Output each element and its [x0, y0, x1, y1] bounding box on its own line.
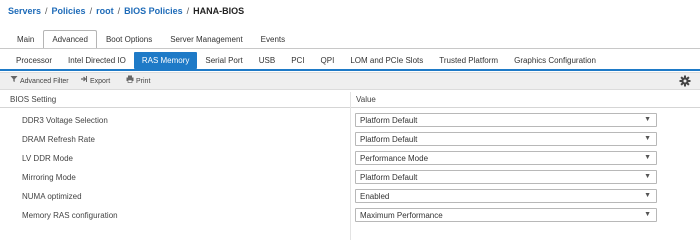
setting-label: Mirroring Mode [22, 173, 76, 182]
tab-main[interactable]: Main [8, 30, 43, 49]
main-tab-bar: Main Advanced Boot Options Server Manage… [8, 30, 294, 49]
tab-server-management[interactable]: Server Management [161, 30, 251, 49]
tab-ras-memory[interactable]: RAS Memory [133, 52, 198, 69]
tab-usb[interactable]: USB [251, 52, 283, 69]
breadcrumb-current-policy: HANA-BIOS [193, 6, 245, 16]
tab-processor[interactable]: Processor [8, 52, 60, 69]
advanced-filter-button[interactable]: Advanced Filter [10, 73, 69, 90]
setting-value-dropdown[interactable]: Enabled ▼ [355, 189, 657, 203]
tab-events[interactable]: Events [252, 30, 294, 49]
dropdown-selected-value: Performance Mode [360, 154, 429, 163]
table-toolbar: Advanced Filter Export Print [0, 72, 700, 90]
setting-value-dropdown[interactable]: Performance Mode ▼ [355, 151, 657, 165]
chevron-down-icon: ▼ [644, 192, 651, 199]
setting-label: LV DDR Mode [22, 154, 73, 163]
setting-value-dropdown[interactable]: Platform Default ▼ [355, 132, 657, 146]
dropdown-selected-value: Platform Default [360, 116, 418, 125]
tab-lom-and-pcie-slots[interactable]: LOM and PCIe Slots [342, 52, 431, 69]
chevron-down-icon: ▼ [644, 116, 651, 123]
bios-settings-table: DDR3 Voltage Selection Platform Default … [0, 111, 700, 225]
export-button[interactable]: Export [80, 73, 110, 90]
main-tab-divider [0, 48, 700, 49]
table-row: Mirroring Mode Platform Default ▼ [0, 168, 700, 187]
breadcrumb-separator: / [117, 6, 121, 16]
setting-label: DDR3 Voltage Selection [22, 116, 108, 125]
setting-value-dropdown[interactable]: Maximum Performance ▼ [355, 208, 657, 222]
chevron-down-icon: ▼ [644, 154, 651, 161]
column-header-bios-setting[interactable]: BIOS Setting [10, 95, 56, 104]
setting-label: Memory RAS configuration [22, 211, 118, 220]
print-label: Print [136, 78, 151, 85]
tab-qpi[interactable]: QPI [313, 52, 343, 69]
export-label: Export [90, 78, 111, 85]
breadcrumb-policies[interactable]: Policies [52, 6, 86, 16]
filter-icon [10, 73, 18, 90]
column-header-value[interactable]: Value [356, 95, 376, 104]
breadcrumb-root[interactable]: root [96, 6, 114, 16]
breadcrumb-bios-policies[interactable]: BIOS Policies [124, 6, 183, 16]
chevron-down-icon: ▼ [644, 135, 651, 142]
chevron-down-icon: ▼ [644, 173, 651, 180]
breadcrumb-servers[interactable]: Servers [8, 6, 41, 16]
tab-serial-port[interactable]: Serial Port [197, 52, 250, 69]
table-row: Memory RAS configuration Maximum Perform… [0, 206, 700, 225]
breadcrumb-separator: / [186, 6, 190, 16]
table-row: NUMA optimized Enabled ▼ [0, 187, 700, 206]
breadcrumb-separator: / [45, 6, 48, 16]
dropdown-selected-value: Platform Default [360, 135, 418, 144]
tab-trusted-platform[interactable]: Trusted Platform [431, 52, 506, 69]
chevron-down-icon: ▼ [644, 211, 651, 218]
print-icon [126, 73, 134, 90]
tab-graphics-configuration[interactable]: Graphics Configuration [506, 52, 604, 69]
print-button[interactable]: Print [126, 73, 150, 90]
table-row: DDR3 Voltage Selection Platform Default … [0, 111, 700, 130]
tab-pci[interactable]: PCI [283, 52, 312, 69]
dropdown-selected-value: Maximum Performance [360, 211, 443, 220]
sub-tab-bar: Processor Intel Directed IO RAS Memory S… [8, 52, 604, 69]
tab-intel-directed-io[interactable]: Intel Directed IO [60, 52, 134, 69]
setting-value-dropdown[interactable]: Platform Default ▼ [355, 113, 657, 127]
breadcrumb: Servers / Policies / root / BIOS Policies / HANA… [8, 6, 244, 16]
advanced-filter-label: Advanced Filter [20, 78, 69, 85]
table-row: DRAM Refresh Rate Platform Default ▼ [0, 130, 700, 149]
breadcrumb-separator: / [89, 6, 93, 16]
sub-tab-divider [0, 69, 700, 71]
tab-boot-options[interactable]: Boot Options [97, 30, 161, 49]
setting-value-dropdown[interactable]: Platform Default ▼ [355, 170, 657, 184]
dropdown-selected-value: Platform Default [360, 173, 418, 182]
export-icon [80, 73, 88, 90]
setting-label: DRAM Refresh Rate [22, 135, 95, 144]
table-row: LV DDR Mode Performance Mode ▼ [0, 149, 700, 168]
tab-advanced[interactable]: Advanced [43, 30, 97, 49]
dropdown-selected-value: Enabled [360, 192, 390, 201]
gear-icon[interactable] [679, 75, 691, 87]
setting-label: NUMA optimized [22, 192, 82, 201]
